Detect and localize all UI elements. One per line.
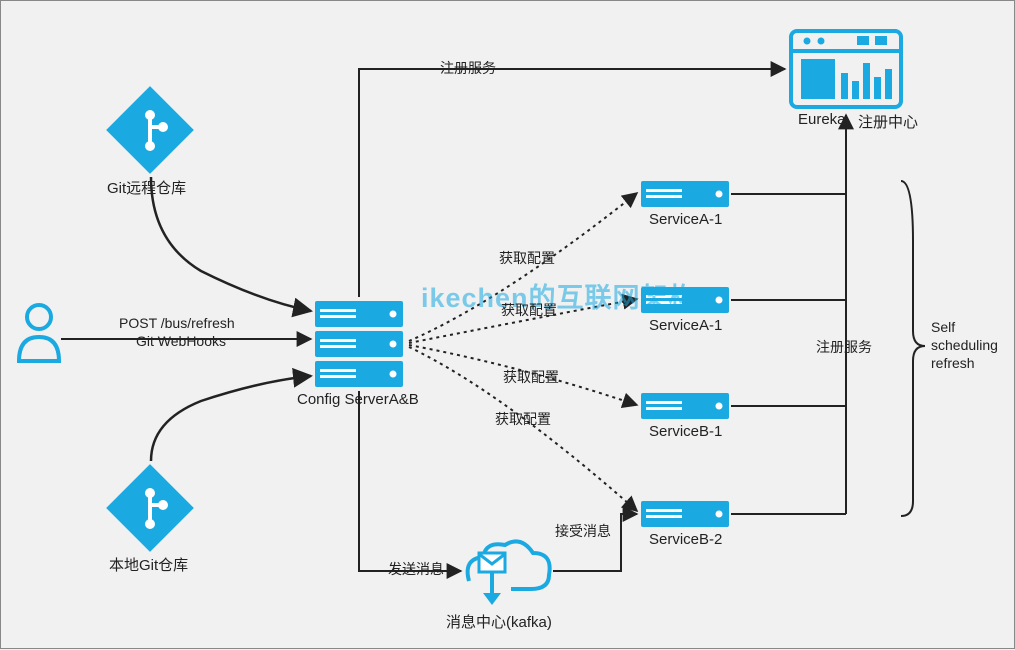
architecture-diagram: ikechen的互联网架构 Git远程仓库 本地Git仓库 Config Ser… xyxy=(0,0,1015,649)
edge-gitlocal-to-config xyxy=(151,376,311,461)
self-refresh-line3: refresh xyxy=(931,355,975,371)
mq-icon xyxy=(468,541,550,605)
get-config-4-label: 获取配置 xyxy=(495,409,551,429)
post-refresh-line2: Git WebHooks xyxy=(136,333,226,349)
get-config-2-label: 获取配置 xyxy=(501,300,557,320)
user-icon xyxy=(19,305,59,361)
service-a1-label: ServiceA-1 xyxy=(649,211,722,228)
register-top-label: 注册服务 xyxy=(440,58,496,78)
git-local-icon xyxy=(106,464,194,552)
eureka-sub-label: 注册中心 xyxy=(858,111,918,132)
git-remote-label: Git远程仓库 xyxy=(107,177,186,198)
self-refresh-line1: Self xyxy=(931,319,955,335)
brace-self-refresh xyxy=(901,181,925,516)
get-config-1-label: 获取配置 xyxy=(499,248,555,268)
get-config-3-label: 获取配置 xyxy=(503,367,559,387)
git-remote-icon xyxy=(106,86,194,174)
watermark-text: ikechen的互联网架构 xyxy=(421,276,697,315)
config-server-label: Config ServerA&B xyxy=(297,391,419,408)
recv-msg-label: 接受消息 xyxy=(555,521,611,541)
service-a2-label: ServiceA-1 xyxy=(649,317,722,334)
eureka-label: Eureka xyxy=(798,111,846,128)
send-msg-label: 发送消息 xyxy=(388,559,444,579)
service-a1-icon xyxy=(641,181,729,207)
self-refresh-line2: scheduling xyxy=(931,337,998,353)
edge-config-to-mq xyxy=(359,391,461,571)
service-b1-label: ServiceB-1 xyxy=(649,423,722,440)
mq-label: 消息中心(kafka) xyxy=(446,611,552,632)
post-refresh-line1: POST /bus/refresh xyxy=(119,315,235,331)
service-b1-icon xyxy=(641,393,729,419)
eureka-icon xyxy=(791,31,901,107)
service-b2-label: ServiceB-2 xyxy=(649,531,722,548)
git-local-label: 本地Git仓库 xyxy=(109,554,188,575)
register-right-label: 注册服务 xyxy=(816,337,872,357)
config-server-icon xyxy=(315,301,403,387)
service-b2-icon xyxy=(641,501,729,527)
